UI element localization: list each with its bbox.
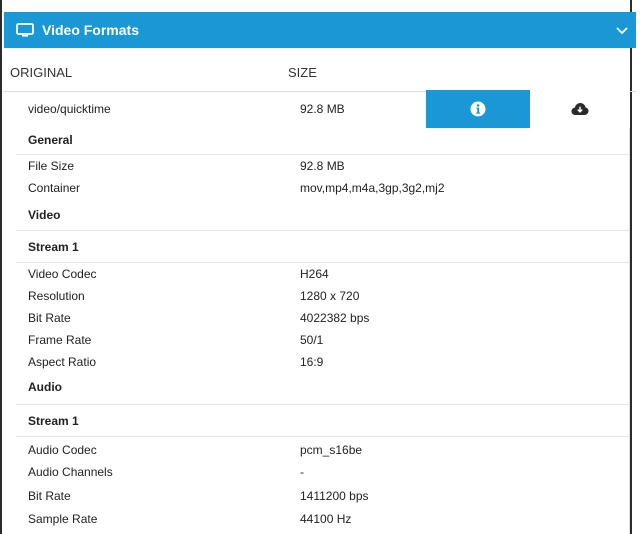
detail-value: 4022382 bps xyxy=(300,311,370,325)
detail-row: Audio Codec pcm_s16be xyxy=(16,439,616,461)
detail-value: H264 xyxy=(300,267,329,281)
detail-key: Video Codec xyxy=(28,267,97,281)
detail-key: Resolution xyxy=(28,289,85,303)
divider xyxy=(16,436,630,437)
detail-row: Bit Rate 4022382 bps xyxy=(16,307,616,329)
detail-row: Video Codec H264 xyxy=(16,263,616,285)
detail-value: mov,mp4,m4a,3gp,3g2,mj2 xyxy=(300,181,445,195)
detail-value: 44100 Hz xyxy=(300,512,352,526)
file-size: 92.8 MB xyxy=(300,102,345,116)
format-details: video/quicktime 92.8 MB General File Siz… xyxy=(4,92,630,534)
detail-value: pcm_s16be xyxy=(300,443,363,457)
panel-title: Video Formats xyxy=(42,22,139,38)
detail-row: Resolution 1280 x 720 xyxy=(16,285,616,307)
detail-key: Frame Rate xyxy=(28,333,92,347)
cloud-download-icon xyxy=(571,103,589,115)
detail-row: Audio Channels - xyxy=(16,461,616,483)
info-icon xyxy=(470,101,486,117)
section-audio: Audio xyxy=(16,376,616,398)
detail-key: Sample Rate xyxy=(28,512,98,526)
stream-title: Stream 1 xyxy=(28,240,79,254)
detail-key: Container xyxy=(28,181,81,195)
detail-row: Frame Rate 50/1 xyxy=(16,329,616,351)
section-video: Video xyxy=(16,204,616,226)
detail-key: Bit Rate xyxy=(28,489,71,503)
detail-value: 16:9 xyxy=(300,355,324,369)
stream-title: Stream 1 xyxy=(28,414,79,428)
column-headers: ORIGINAL SIZE xyxy=(4,48,636,92)
detail-value: 92.8 MB xyxy=(300,159,345,173)
download-button[interactable] xyxy=(530,90,630,128)
detail-key: Bit Rate xyxy=(28,311,71,325)
stream-heading: Stream 1 xyxy=(16,410,616,432)
column-size: SIZE xyxy=(288,65,317,80)
section-general: General xyxy=(16,129,616,151)
panel-header[interactable]: Video Formats xyxy=(4,12,636,48)
detail-row: Container mov,mp4,m4a,3gp,3g2,mj2 xyxy=(16,177,616,199)
chevron-down-icon[interactable] xyxy=(616,25,628,35)
divider xyxy=(16,230,630,231)
detail-key: Audio Codec xyxy=(28,443,97,457)
detail-row: Bit Rate 1411200 bps xyxy=(16,485,616,507)
section-title: Audio xyxy=(28,380,62,394)
detail-value: 50/1 xyxy=(300,333,324,347)
detail-row: Aspect Ratio 16:9 xyxy=(16,351,616,373)
detail-key: Audio Channels xyxy=(28,465,113,479)
detail-value: 1280 x 720 xyxy=(300,289,360,303)
file-mime: video/quicktime xyxy=(28,102,111,116)
detail-key: Aspect Ratio xyxy=(28,355,97,369)
info-button[interactable] xyxy=(426,90,530,128)
detail-value: - xyxy=(300,465,304,479)
divider xyxy=(16,404,630,405)
detail-row: File Size 92.8 MB xyxy=(16,155,616,177)
detail-value: 1411200 bps xyxy=(300,489,369,503)
section-title: Video xyxy=(28,208,61,222)
section-title: General xyxy=(28,133,73,147)
detail-key: File Size xyxy=(28,159,75,173)
column-original: ORIGINAL xyxy=(10,65,73,80)
detail-row: Sample Rate 44100 Hz xyxy=(16,508,616,530)
monitor-icon xyxy=(16,23,34,37)
stream-heading: Stream 1 xyxy=(16,236,616,258)
